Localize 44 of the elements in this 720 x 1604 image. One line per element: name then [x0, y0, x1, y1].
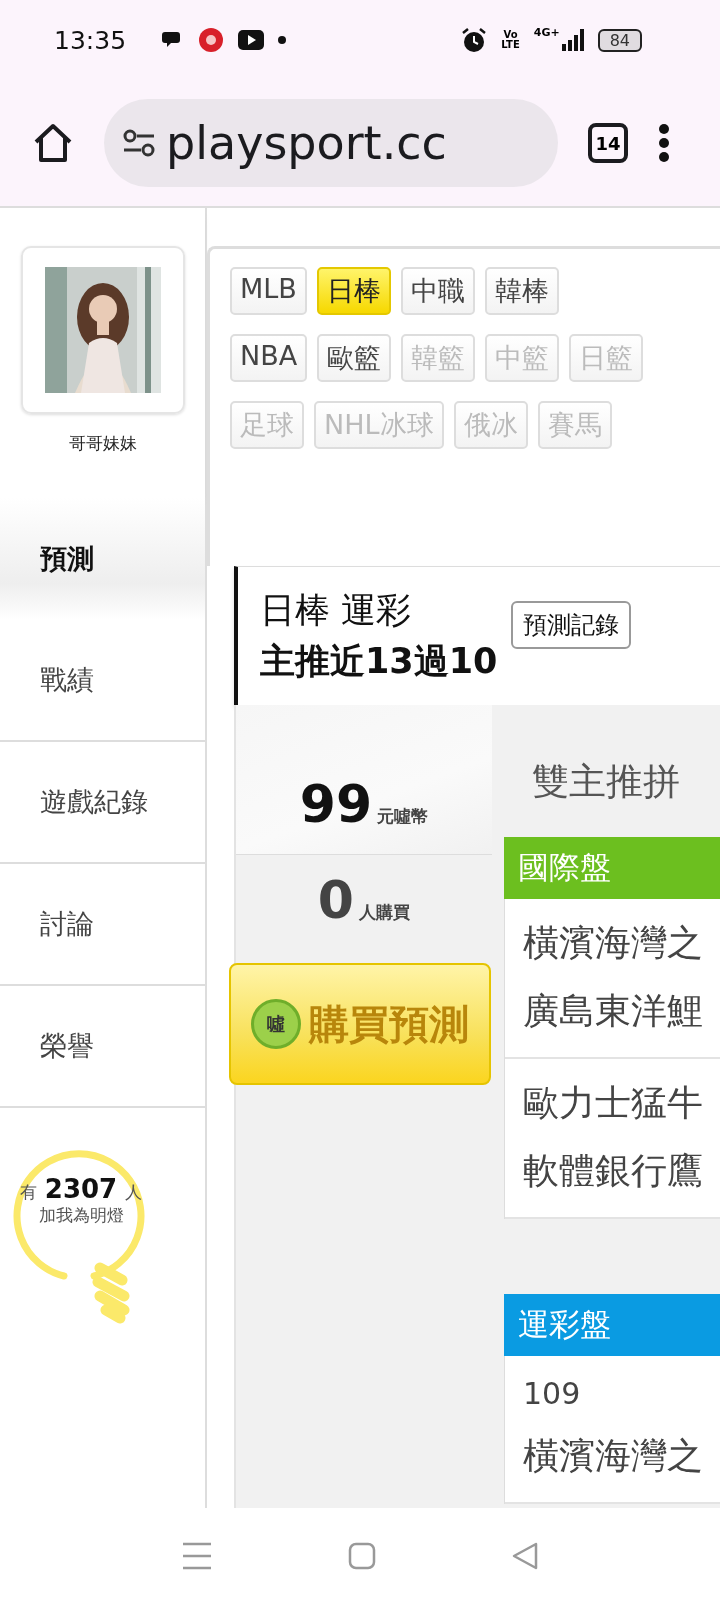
- league-tag[interactable]: 中職: [400, 267, 475, 315]
- prediction-record: 主推近13過10: [260, 640, 498, 683]
- tab-count-button[interactable]: 14: [588, 123, 628, 163]
- buy-prediction-button[interactable]: 噓 購買預測: [229, 963, 491, 1085]
- profile-name: 哥哥妹妹: [68, 432, 137, 455]
- team-name: 橫濱海灣之: [523, 921, 704, 965]
- league-tag[interactable]: NBA: [230, 334, 308, 382]
- home-square-icon[interactable]: [348, 1542, 376, 1570]
- buyer-count: 0 人購買: [317, 870, 411, 930]
- avatar-card[interactable]: [20, 246, 185, 414]
- alarm-icon: [461, 27, 488, 53]
- sidebar-item[interactable]: 戰績: [0, 620, 205, 742]
- prediction-title: 日棒 運彩: [260, 589, 413, 632]
- headline: 雙主推拼: [531, 759, 681, 805]
- battery-level: 84: [597, 28, 642, 52]
- fan-caption: 加我為明燈: [38, 1204, 124, 1227]
- volte-label: Vo LTE: [501, 30, 520, 50]
- address-bar[interactable]: playsport.cc: [104, 99, 558, 187]
- league-tag[interactable]: 歐籃: [317, 334, 392, 382]
- sidebar-item[interactable]: 遊戲紀錄: [0, 742, 205, 864]
- home-icon[interactable]: [32, 123, 74, 163]
- team-name: 109: [523, 1375, 582, 1413]
- signal-icon: [561, 29, 584, 51]
- site-settings-icon[interactable]: [122, 129, 156, 157]
- team-name: 軟體銀行鷹: [523, 1149, 704, 1193]
- app-icon: [198, 27, 225, 53]
- sidebar-item[interactable]: 榮譽: [0, 986, 205, 1108]
- market-header: 國際盤: [504, 837, 720, 899]
- league-tag[interactable]: 韓棒: [484, 267, 559, 315]
- video-play-icon: [238, 30, 265, 50]
- team-name: 歐力士猛牛: [523, 1081, 704, 1125]
- sidebar-item[interactable]: 討論: [0, 864, 205, 986]
- team-name: 廣島東洋鯉: [523, 989, 704, 1033]
- price: 99 元噓幣: [299, 774, 429, 834]
- network-label: 4G+: [533, 26, 560, 39]
- market-header: 運彩盤: [504, 1294, 720, 1356]
- league-tag[interactable]: 日棒: [316, 267, 391, 315]
- menu-icon[interactable]: [658, 123, 670, 163]
- league-tag[interactable]: MLB: [230, 267, 307, 315]
- team-name: 橫濱海灣之: [523, 1434, 704, 1478]
- status-time: 13:35: [54, 25, 127, 55]
- back-icon[interactable]: [512, 1542, 538, 1570]
- dot-icon: [278, 36, 287, 44]
- history-button[interactable]: 預測記錄: [511, 601, 632, 649]
